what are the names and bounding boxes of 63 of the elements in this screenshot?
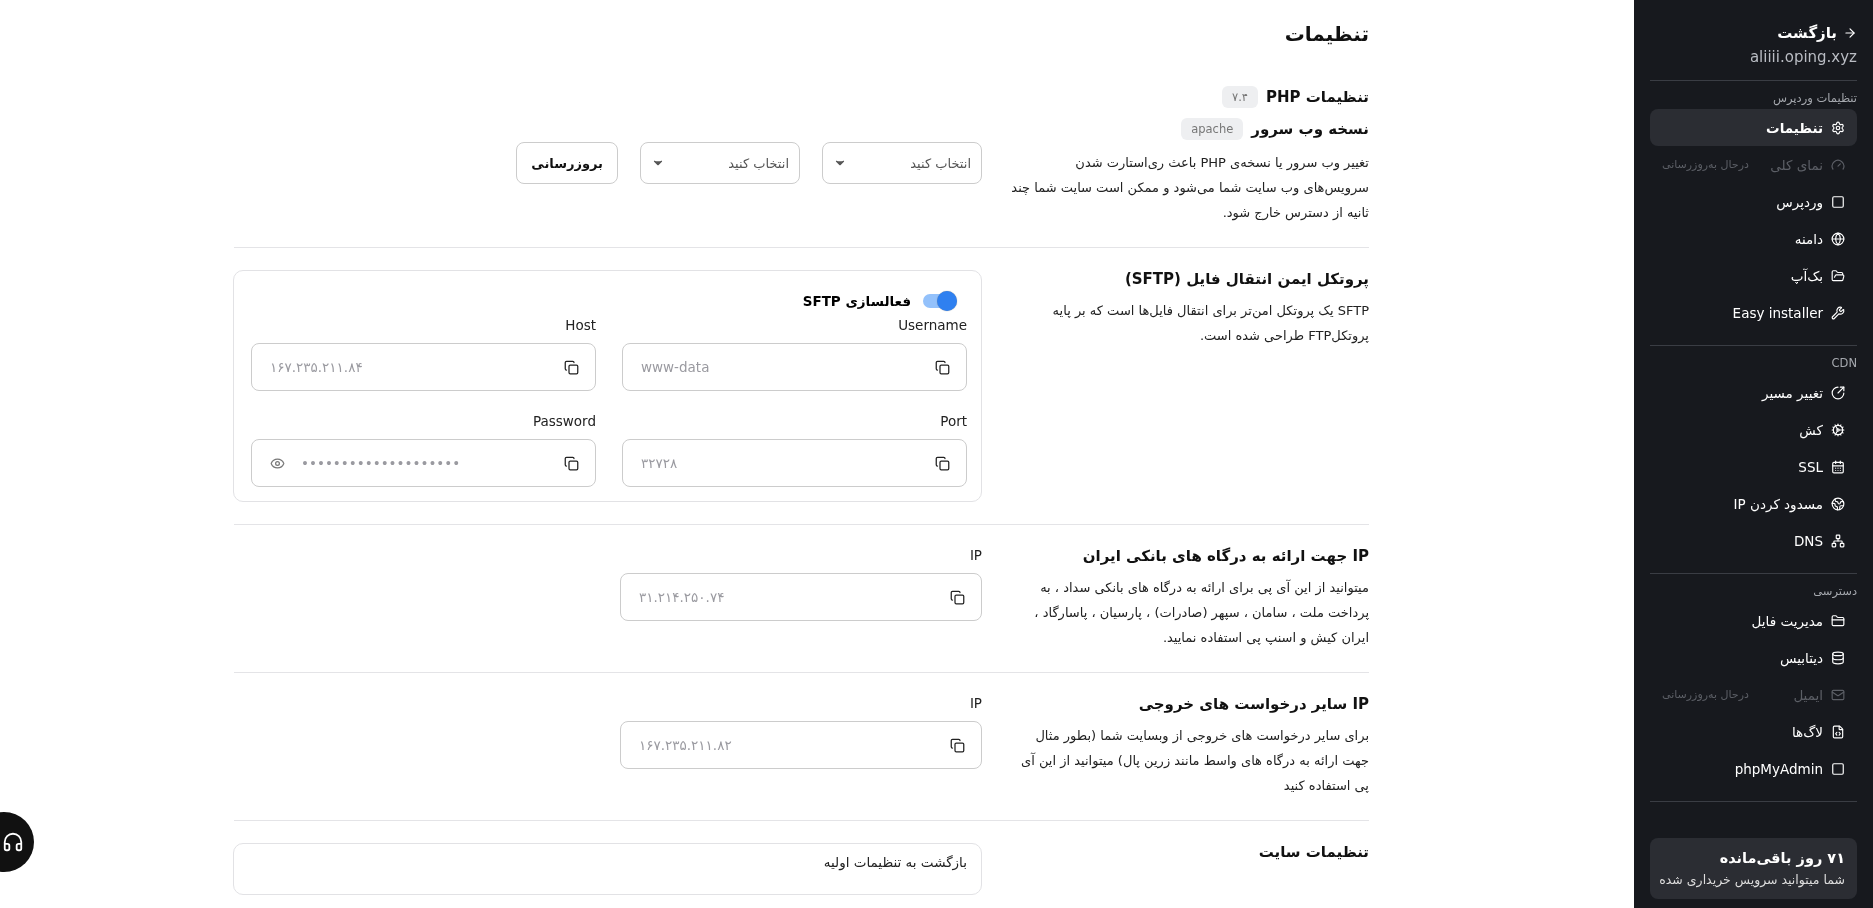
field-label: Password (531, 413, 596, 429)
section-heading: دسترسی (1812, 584, 1857, 598)
sidebar-item[interactable]: Easy installer (1650, 294, 1857, 331)
plan-text: شما میتوانید سرویس خریداری شده (1662, 872, 1845, 887)
select-field[interactable]: انتخاب کنید (640, 142, 800, 184)
item-label: بک‌آپ (1790, 267, 1823, 284)
back-link[interactable]: بازگشت (1650, 24, 1857, 42)
section-title: IP جهت ارائه به درگاه های بانکی ایران (1082, 547, 1369, 565)
sidebar-item[interactable]: phpMyAdmin (1650, 750, 1857, 787)
section-description: تغییر وب سرور یا نسخه‌ی PHP باعث ری‌استارت شدن سرویس‌های وب سایت شما می‌شود و ممکن است سایت شما چند ثانیه از دسترس خارج شود. (1010, 154, 1369, 223)
select-field[interactable]: انتخاب کنید (822, 142, 982, 184)
item-label: دیتابیس (1780, 649, 1823, 666)
item-label: وردپرس (1776, 193, 1823, 210)
sidebar-item[interactable]: مسدود کردن IP (1650, 485, 1857, 522)
toggle-label: فعالسازی SFTP (802, 293, 911, 309)
item-label: کش (1799, 421, 1823, 438)
section-heading: تنظیمات وردپرس (1771, 91, 1857, 105)
item-label: نمای کلی (1770, 156, 1823, 173)
sidebar-item[interactable]: DNS (1650, 522, 1857, 559)
field-label: Host (564, 317, 596, 333)
sidebar-item[interactable]: تنظیمات (1650, 109, 1857, 146)
section-title: نسخه وب سرور (1251, 120, 1369, 138)
server-badge: apache (1181, 118, 1244, 140)
section-title: IP سایر درخواست های خروجی (1138, 695, 1369, 713)
sidebar-item[interactable]: بک‌آپ (1650, 257, 1857, 294)
section-title: تنظیمات PHP (1265, 88, 1369, 106)
item-label: دامنه (1794, 230, 1823, 247)
sidebar-item[interactable]: وردپرس (1650, 183, 1857, 220)
item-label: ایمیل (1793, 686, 1823, 703)
field-label: IP (968, 547, 982, 563)
sidebar-item[interactable]: مدیریت فایل (1650, 602, 1857, 639)
domain-text: aliiii.oping.xyz (1748, 48, 1857, 66)
card-text: بازگشت به تنظیمات اولیه (822, 854, 967, 870)
item-label: phpMyAdmin (1734, 760, 1823, 777)
item-label: مدیریت فایل (1751, 612, 1823, 629)
sidebar-item[interactable]: دامنه (1650, 220, 1857, 257)
sidebar-item[interactable]: تغییر مسیر (1650, 374, 1857, 411)
section-description: میتوانید از این آی پی برای ارائه به درگاه های بانکی سداد ، به پرداخت ملت ، سامان ، سپهر (صادرات) ، پارسیان ، پاسارگاد ، ایران کیش و اسنپ پی استفاده نمایید. (1033, 578, 1369, 648)
item-label: DNS (1793, 532, 1823, 549)
sidebar-item[interactable]: کش (1650, 411, 1857, 448)
update-button[interactable]: بروزرسانی (516, 142, 618, 184)
section-heading: CDN (1830, 356, 1857, 370)
item-label: مسدود کردن IP (1733, 495, 1823, 512)
sidebar-item[interactable]: SSL (1650, 448, 1857, 485)
field-label: Username (897, 317, 967, 333)
field-label: IP (968, 695, 982, 711)
item-label: لاگ‌ها (1792, 723, 1823, 740)
status-note: درحال به‌روزرسانی (1662, 158, 1749, 171)
item-label: تغییر مسیر (1762, 384, 1823, 401)
version-badge: ۷.۴ (1221, 86, 1258, 108)
item-label: تنظیمات (1766, 119, 1823, 136)
sidebar-item[interactable]: دیتابیس (1650, 639, 1857, 676)
field-label: Port (939, 413, 967, 429)
section-title: تنظیمات سایت (1258, 843, 1369, 861)
item-label: SSL (1798, 458, 1823, 475)
page-title: تنظیمات (1283, 22, 1369, 46)
plan-title: ۷۱ روز باقی‌مانده (1718, 850, 1845, 866)
section-title: پروتکل ایمن انتقال فایل (SFTP) (1124, 270, 1369, 288)
status-note: درحال به‌روزرسانی (1662, 688, 1749, 701)
sidebar-item[interactable]: لاگ‌ها (1650, 713, 1857, 750)
section-description: SFTP یک پروتکل امن‌تر برای انتقال فایل‌ها است که بر پایه پروتکلFTP طراحی شده است. (1051, 302, 1369, 346)
item-label: Easy installer (1732, 304, 1823, 321)
section-description: برای سایر درخواست های خروجی از وبسایت شما (بطور مثال جهت ارائه به درگاه های واسط مانند زرین پال) میتوانید از این آی پی استفاده کنید (1020, 727, 1369, 795)
